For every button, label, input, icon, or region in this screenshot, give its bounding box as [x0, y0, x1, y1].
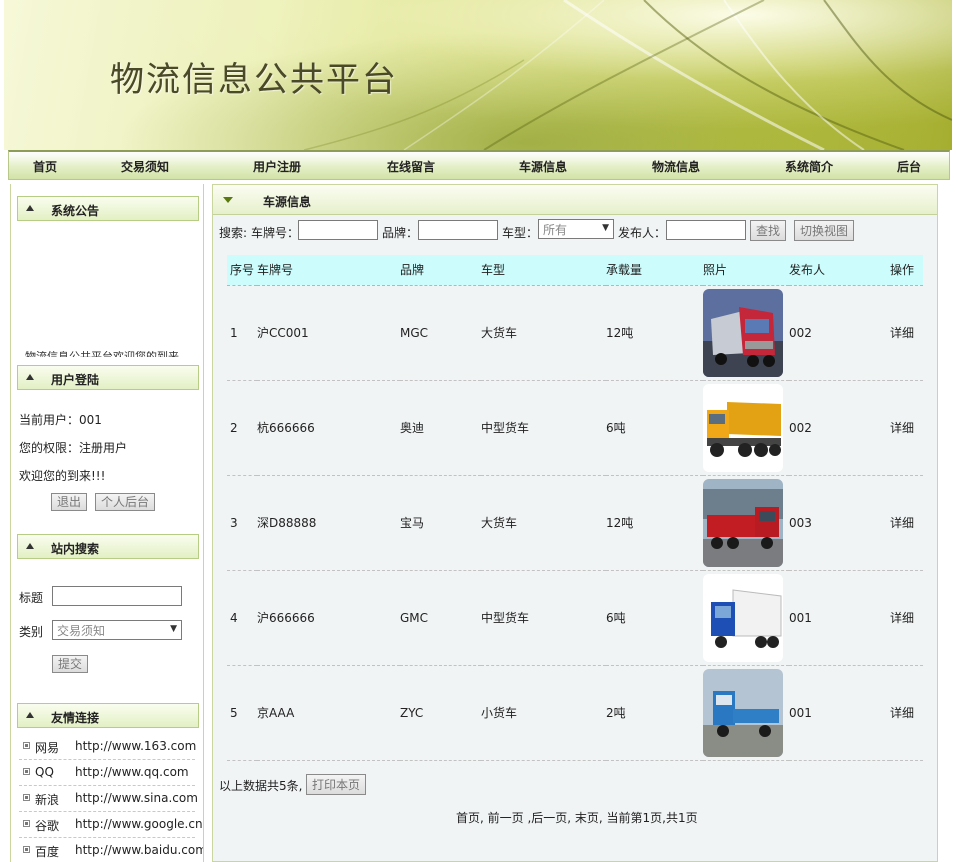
collapse-triangle-icon	[26, 543, 34, 549]
table-header-row: 序号 车牌号 品牌 车型 承载量 照片 发布人 操作	[227, 255, 923, 286]
main-nav: 首页 交易须知 用户注册 在线留言 车源信息 物流信息 系统简介 后台	[8, 150, 950, 180]
red-tractor-truck-photo[interactable]	[703, 288, 783, 377]
detail-link[interactable]: 详细	[890, 665, 923, 761]
col-brand: 品牌	[400, 255, 481, 286]
chevron-down-icon: ▼	[170, 624, 177, 634]
site-title: 物流信息公共平台	[110, 60, 398, 100]
search-title-label: 标题	[19, 591, 44, 605]
friend-link-google[interactable]: 谷歌 http://www.google.cn	[19, 812, 203, 838]
orange-dump-truck-photo[interactable]	[703, 383, 783, 472]
nav-message[interactable]: 在线留言	[387, 158, 435, 175]
notice-box-title: 系统公告	[17, 196, 199, 221]
brand-label: 品牌：	[382, 226, 419, 240]
publisher-input[interactable]	[666, 220, 746, 240]
bullet-icon	[23, 794, 30, 801]
personal-admin-button[interactable]: 个人后台	[95, 493, 156, 511]
search-submit-button[interactable]: 提交	[52, 655, 89, 673]
col-publisher: 发布人	[789, 255, 890, 286]
vehicle-type-select[interactable]: 所有 ▼	[538, 219, 614, 239]
user-permission: 您的权限：注册用户	[19, 441, 128, 455]
friend-link-qq[interactable]: QQ http://www.qq.com	[19, 760, 195, 786]
table-row: 2 杭666666 奥迪 中型货车 6吨 002 详细	[227, 380, 923, 476]
print-page-button[interactable]: 打印本页	[306, 774, 367, 795]
blue-light-truck-photo[interactable]	[703, 668, 783, 757]
bullet-icon	[23, 846, 30, 853]
friend-link-baidu[interactable]: 百度 http://www.baidu.com	[19, 838, 203, 862]
nav-about[interactable]: 系统简介	[785, 158, 833, 175]
detail-link[interactable]: 详细	[890, 570, 923, 666]
col-action: 操作	[890, 255, 923, 286]
col-no: 序号	[227, 255, 257, 286]
bullet-icon	[23, 768, 30, 775]
nav-register[interactable]: 用户注册	[253, 158, 301, 175]
collapse-triangle-icon	[26, 374, 34, 380]
nav-admin[interactable]: 后台	[897, 158, 921, 175]
expand-triangle-icon	[223, 197, 233, 203]
vehicle-info-panel-title: 车源信息	[213, 185, 937, 215]
friend-link-sina[interactable]: 新浪 http://www.sina.com	[19, 786, 198, 812]
search-title-input[interactable]	[52, 586, 182, 606]
publisher-label: 发布人：	[618, 226, 667, 240]
type-label: 车型：	[502, 226, 539, 240]
record-summary: 以上数据共5条,	[219, 779, 303, 793]
site-search-title: 站内搜索	[17, 534, 199, 559]
plate-input[interactable]	[298, 220, 378, 240]
search-category-select[interactable]: 交易须知 ▼	[52, 620, 182, 640]
col-type: 车型	[481, 255, 606, 286]
table-row: 1 沪CC001 MGC 大货车 12吨 002 详细	[227, 285, 923, 381]
table-row: 3 深D88888 宝马 大货车 12吨 003 详细	[227, 475, 923, 571]
welcome-text: 欢迎您的到来!!!	[19, 469, 106, 483]
search-label: 搜索:	[219, 226, 248, 240]
find-button[interactable]: 查找	[750, 220, 787, 241]
login-box-title: 用户登陆	[17, 365, 199, 390]
col-photo: 照片	[703, 255, 789, 286]
red-cargo-truck-photo[interactable]	[703, 478, 783, 567]
header-banner: 物流信息公共平台	[4, 0, 952, 150]
col-load: 承载量	[606, 255, 703, 286]
pagination[interactable]: 首页, 前一页 ,后一页, 末页, 当前第1页,共1页	[456, 809, 698, 826]
brand-input[interactable]	[418, 220, 498, 240]
blue-box-truck-photo[interactable]	[703, 573, 783, 662]
bullet-icon	[23, 742, 30, 749]
collapse-triangle-icon	[26, 205, 34, 211]
bullet-icon	[23, 820, 30, 827]
detail-link[interactable]: 详细	[890, 475, 923, 571]
nav-logistics-info[interactable]: 物流信息	[652, 158, 700, 175]
main-panel: 车源信息 搜索: 车牌号： 品牌： 车型： 所有 ▼ 发布人： 查找 切换视图 …	[212, 184, 938, 862]
notice-scrolling-text: 物流信息公共平台欢迎您的到来	[25, 351, 183, 357]
nav-vehicle-info[interactable]: 车源信息	[519, 158, 567, 175]
switch-view-button[interactable]: 切换视图	[794, 220, 855, 241]
collapse-triangle-icon	[26, 712, 34, 718]
friend-link-163[interactable]: 网易 http://www.163.com	[19, 734, 196, 760]
search-category-label: 类别	[19, 625, 44, 639]
links-box-title: 友情连接	[17, 703, 199, 728]
table-row: 5 京AAA ZYC 小货车 2吨 001 详细	[227, 665, 923, 761]
table-row: 4 沪666666 GMC 中型货车 6吨 001 详细	[227, 570, 923, 666]
vehicle-table: 序号 车牌号 品牌 车型 承载量 照片 发布人 操作 1 沪CC001 MGC …	[227, 255, 923, 761]
col-plate: 车牌号	[257, 255, 400, 286]
chevron-down-icon: ▼	[602, 223, 609, 233]
detail-link[interactable]: 详细	[890, 380, 923, 476]
nav-trade-notice[interactable]: 交易须知	[121, 158, 169, 175]
logout-button[interactable]: 退出	[51, 493, 88, 511]
plate-label: 车牌号：	[251, 226, 300, 240]
current-user: 当前用户：001	[19, 413, 102, 427]
notice-marquee	[17, 220, 199, 360]
left-sidebar: 系统公告 物流信息公共平台欢迎您的到来 用户登陆 当前用户：001 您的权限：注…	[10, 184, 204, 862]
nav-home[interactable]: 首页	[33, 158, 57, 175]
detail-link[interactable]: 详细	[890, 285, 923, 381]
